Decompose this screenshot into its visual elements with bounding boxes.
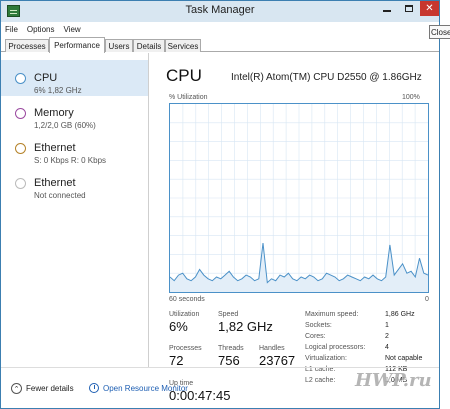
stat-value: 1,82 GHz bbox=[218, 319, 273, 334]
utilization-axis-label: % Utilization bbox=[169, 94, 208, 101]
stat-label: Threads bbox=[218, 345, 244, 352]
spec-label: Virtualization: bbox=[305, 355, 347, 362]
sidebar-item-detail: 1,2/2,0 GB (60%) bbox=[34, 121, 96, 130]
sidebar-item-label: CPU bbox=[34, 72, 58, 84]
spec-value: Not capable bbox=[385, 355, 423, 362]
memory-ring-icon bbox=[15, 108, 26, 119]
sidebar-item-label: Ethernet bbox=[34, 142, 76, 154]
minimize-icon bbox=[383, 10, 391, 12]
tab-services[interactable]: Services bbox=[165, 39, 201, 52]
cpu-detail-panel: CPU Intel(R) Atom(TM) CPU D2550 @ 1.86GH… bbox=[150, 53, 439, 403]
sidebar-item-detail: S: 0 Kbps R: 0 Kbps bbox=[34, 156, 107, 165]
resource-sidebar: CPU 6% 1,82 GHz Memory 1,2/2,0 GB (60%) … bbox=[1, 53, 149, 367]
spec-label: Maximum speed: bbox=[305, 311, 359, 318]
title-bar[interactable]: Task Manager ✕ bbox=[1, 1, 439, 22]
watermark-logo: HWP.ru bbox=[355, 370, 432, 391]
stat-speed: Speed 1,82 GHz bbox=[218, 311, 273, 334]
cpu-model: Intel(R) Atom(TM) CPU D2550 @ 1.86GHz bbox=[231, 72, 422, 83]
spec-value: 1,86 GHz bbox=[385, 311, 415, 318]
stat-label: Handles bbox=[259, 345, 285, 352]
stat-processes: Processes 72 bbox=[169, 345, 202, 368]
sidebar-item-label: Ethernet bbox=[34, 177, 76, 189]
page-title: CPU bbox=[166, 66, 202, 85]
minimize-button[interactable] bbox=[376, 1, 398, 16]
graph-time-label: 60 seconds bbox=[169, 296, 205, 303]
sidebar-item-label: Memory bbox=[34, 107, 74, 119]
spec-label: Cores: bbox=[305, 333, 326, 340]
sidebar-item-memory[interactable]: Memory 1,2/2,0 GB (60%) bbox=[1, 95, 148, 131]
fewer-details-label: Fewer details bbox=[26, 384, 74, 393]
chevron-up-icon: ⌃ bbox=[11, 383, 22, 394]
tab-details[interactable]: Details bbox=[133, 39, 165, 52]
close-button[interactable]: ✕ bbox=[420, 1, 439, 16]
stat-value: 23767 bbox=[259, 353, 296, 368]
close-icon: ✕ bbox=[425, 3, 434, 14]
ethernet-ring-icon bbox=[15, 178, 26, 189]
task-manager-window: Task Manager ✕ File Options View Process… bbox=[0, 0, 440, 409]
sidebar-item-detail: Not connected bbox=[34, 191, 86, 200]
fewer-details-button[interactable]: ⌃ Fewer details bbox=[11, 383, 74, 394]
cpu-graph-canvas bbox=[170, 104, 428, 292]
menu-bar: File Options View bbox=[1, 22, 439, 36]
sidebar-item-detail: 6% 1,82 GHz bbox=[34, 86, 82, 95]
spec-value: 2 bbox=[385, 333, 389, 340]
menu-file[interactable]: File bbox=[5, 25, 18, 34]
maximize-button[interactable] bbox=[398, 1, 420, 16]
resource-monitor-icon bbox=[89, 383, 99, 393]
spec-label: Logical processors: bbox=[305, 344, 366, 351]
spec-label: Sockets: bbox=[305, 322, 332, 329]
close-tooltip: Close bbox=[429, 25, 450, 39]
spec-value: 4 bbox=[385, 344, 389, 351]
stat-threads: Threads 756 bbox=[218, 345, 244, 368]
ethernet-ring-icon bbox=[15, 143, 26, 154]
tab-users[interactable]: Users bbox=[105, 39, 133, 52]
stat-handles: Handles 23767 bbox=[259, 345, 295, 368]
cpu-utilization-graph bbox=[169, 103, 429, 293]
spec-value: 1 bbox=[385, 322, 389, 329]
utilization-max-label: 100% bbox=[402, 94, 420, 101]
graph-zero-label: 0 bbox=[425, 296, 429, 303]
tab-strip: Processes Performance Users Details Serv… bbox=[1, 37, 439, 53]
sidebar-item-ethernet-2[interactable]: Ethernet Not connected bbox=[1, 165, 148, 201]
resource-monitor-label: Open Resource Monitor bbox=[103, 383, 188, 393]
stat-value: 6% bbox=[169, 319, 188, 334]
stat-value: 72 bbox=[169, 353, 184, 368]
open-resource-monitor-link[interactable]: Open Resource Monitor bbox=[89, 383, 188, 393]
sidebar-item-ethernet-1[interactable]: Ethernet S: 0 Kbps R: 0 Kbps bbox=[1, 130, 148, 166]
stat-label: Utilization bbox=[169, 311, 200, 318]
maximize-icon bbox=[405, 5, 413, 12]
tab-performance[interactable]: Performance bbox=[49, 37, 105, 53]
window-title: Task Manager bbox=[185, 4, 255, 16]
menu-view[interactable]: View bbox=[63, 25, 80, 34]
stat-label: Processes bbox=[169, 345, 202, 352]
stat-value: 756 bbox=[218, 353, 240, 368]
stat-label: Speed bbox=[218, 311, 239, 318]
stat-utilization: Utilization 6% bbox=[169, 311, 199, 334]
tab-processes[interactable]: Processes bbox=[5, 39, 49, 52]
sidebar-item-cpu[interactable]: CPU 6% 1,82 GHz bbox=[1, 60, 148, 96]
cpu-ring-icon bbox=[15, 73, 26, 84]
menu-options[interactable]: Options bbox=[27, 25, 55, 34]
